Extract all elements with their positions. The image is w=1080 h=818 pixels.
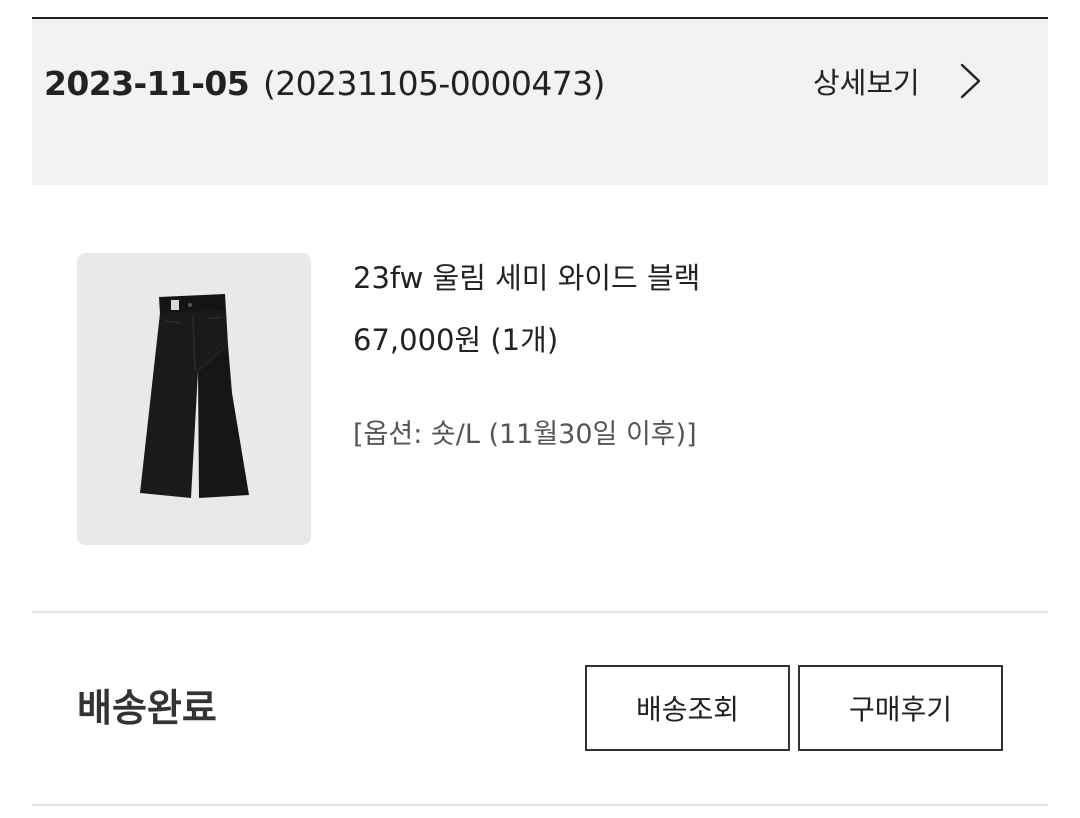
product-price: 67,000원 (1개) [353,323,559,357]
section-divider [32,611,1048,613]
order-date-line: 2023-11-05 (20231105-0000473) [44,64,605,104]
write-review-button[interactable]: 구매후기 [798,665,1003,751]
delivery-status: 배송완료 [77,686,217,730]
chevron-right-icon [960,63,980,99]
detail-link[interactable]: 상세보기 [813,56,984,106]
wide-black-pants-image [140,294,249,498]
track-delivery-button[interactable]: 배송조회 [585,665,790,751]
product-option: [옵션: 숏/L (11월30일 이후)] [353,419,697,450]
order-number: (20231105-0000473) [262,64,605,103]
bottom-divider [32,804,1048,806]
order-date: 2023-11-05 [44,64,250,103]
product-thumbnail[interactable] [77,253,311,545]
detail-label: 상세보기 [813,66,920,100]
product-name[interactable]: 23fw 울림 세미 와이드 블랙 [353,256,700,300]
